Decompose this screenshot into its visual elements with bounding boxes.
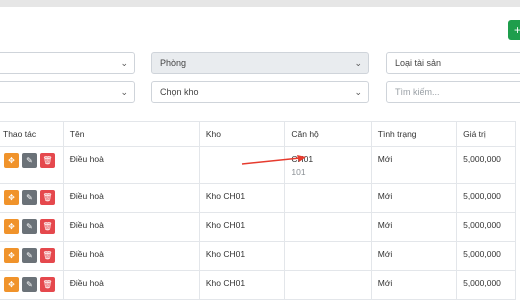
cell-warehouse: Kho CH01 xyxy=(198,241,286,271)
trash-icon[interactable]: 🗑 xyxy=(40,277,55,292)
move-icon[interactable]: ✥ xyxy=(4,219,19,234)
table-header-row: Thao tác Tên Kho Căn hộ Tình trạng Giá t… xyxy=(0,121,516,147)
table-row: ✥ ✎ 🗑 Điều hoà Kho CH01 Mới 5,000,000 xyxy=(0,183,516,213)
edit-icon[interactable]: ✎ xyxy=(22,190,37,205)
cell-name: Điều hoà xyxy=(62,270,200,300)
edit-icon[interactable]: ✎ xyxy=(22,277,37,292)
room-select[interactable]: Phòng ⌄ xyxy=(151,52,369,74)
cell-apartment xyxy=(284,270,372,300)
top-bar xyxy=(0,0,520,7)
trash-icon[interactable]: 🗑 xyxy=(40,248,55,263)
col-header-actions: Thao tác xyxy=(0,121,64,147)
col-header-status: Tình trạng xyxy=(370,121,458,147)
add-button[interactable]: + xyxy=(508,20,520,40)
table-row: ✥ ✎ 🗑 Điều hoà Kho CH01 Mới 5,000,000 xyxy=(0,212,516,242)
warehouse-select-value: Chọn kho xyxy=(160,87,199,97)
cell-value: 5,000,000 xyxy=(456,270,516,300)
cell-name: Điều hoà xyxy=(62,212,200,242)
filter-select-left-1[interactable]: ⌄ xyxy=(0,52,135,74)
cell-warehouse: Kho CH01 xyxy=(198,212,286,242)
row-actions: ✥ ✎ 🗑 xyxy=(0,183,64,213)
table-row: ✥ ✎ 🗑 Điều hoà Kho CH01 Mới 5,000,000 xyxy=(0,241,516,271)
cell-status: Mới xyxy=(370,270,458,300)
cell-warehouse: Kho CH01 xyxy=(198,183,286,213)
trash-icon[interactable]: 🗑 xyxy=(40,153,55,168)
cell-apartment xyxy=(284,241,372,271)
move-icon[interactable]: ✥ xyxy=(4,153,19,168)
room-select-value: Phòng xyxy=(160,58,187,68)
warehouse-select[interactable]: Chọn kho ⌄ xyxy=(151,81,369,103)
row-actions: ✥ ✎ 🗑 xyxy=(0,212,64,242)
cell-status: Mới xyxy=(370,212,458,242)
cell-status: Mới xyxy=(370,183,458,213)
move-icon[interactable]: ✥ xyxy=(4,277,19,292)
asset-type-select-value: Loại tài sản xyxy=(395,58,442,68)
col-header-warehouse: Kho xyxy=(198,121,286,147)
cell-apartment xyxy=(284,183,372,213)
cell-name: Điều hoà xyxy=(62,241,200,271)
cell-value: 5,000,000 xyxy=(456,183,516,213)
search-input[interactable]: Tìm kiếm... xyxy=(386,81,520,103)
filter-select-left-2[interactable]: ⌄ xyxy=(0,81,135,103)
edit-icon[interactable]: ✎ xyxy=(22,248,37,263)
move-icon[interactable]: ✥ xyxy=(4,248,19,263)
move-icon[interactable]: ✥ xyxy=(4,190,19,205)
col-header-value: Giá trị xyxy=(456,121,516,147)
col-header-name: Tên xyxy=(62,121,200,147)
edit-icon[interactable]: ✎ xyxy=(22,153,37,168)
asset-table: Thao tác Tên Kho Căn hộ Tình trạng Giá t… xyxy=(0,121,516,300)
row-actions: ✥ ✎ 🗑 xyxy=(0,146,64,184)
trash-icon[interactable]: 🗑 xyxy=(40,190,55,205)
cell-name: Điều hoà xyxy=(62,146,200,184)
cell-value: 5,000,000 xyxy=(456,146,516,184)
table-row: ✥ ✎ 🗑 Điều hoà Kho CH01 Mới 5,000,000 xyxy=(0,270,516,300)
cell-status: Mới xyxy=(370,146,458,184)
edit-icon[interactable]: ✎ xyxy=(22,219,37,234)
chevron-down-icon: ⌄ xyxy=(354,87,362,97)
cell-name: Điều hoà xyxy=(62,183,200,213)
search-placeholder: Tìm kiếm... xyxy=(395,87,440,97)
col-header-apartment: Căn hộ xyxy=(284,121,372,147)
chevron-down-icon: ⌄ xyxy=(120,87,128,97)
row-actions: ✥ ✎ 🗑 xyxy=(0,270,64,300)
cell-value: 5,000,000 xyxy=(456,241,516,271)
cell-apartment xyxy=(284,212,372,242)
annotation-arrow xyxy=(241,155,306,165)
chevron-down-icon: ⌄ xyxy=(354,58,362,68)
plus-icon: + xyxy=(514,23,520,37)
cell-status: Mới xyxy=(370,241,458,271)
trash-icon[interactable]: 🗑 xyxy=(40,219,55,234)
chevron-down-icon: ⌄ xyxy=(120,58,128,68)
cell-value: 5,000,000 xyxy=(456,212,516,242)
row-actions: ✥ ✎ 🗑 xyxy=(0,241,64,271)
cell-warehouse: Kho CH01 xyxy=(198,270,286,300)
asset-type-select[interactable]: Loại tài sản xyxy=(386,52,520,74)
